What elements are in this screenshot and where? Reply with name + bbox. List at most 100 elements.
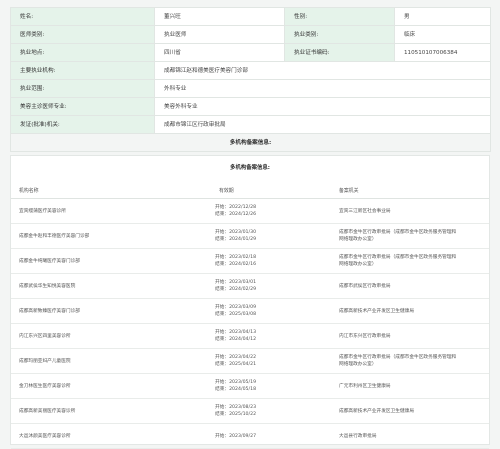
validity-end: 结束：2025/10/22 bbox=[215, 412, 257, 417]
validity-cell: 开始：2023/01/30 结束：2024/01/29 bbox=[211, 223, 331, 249]
table-row: 成都金牛纯曦医疗美容门诊部 开始：2023/02/18 结束：2024/02/16 成… bbox=[11, 248, 489, 274]
institution-name: 大邑沐颜美医疗美容诊所 bbox=[11, 423, 211, 449]
validity-cell: 开始：2023/04/22 结束：2025/04/21 bbox=[211, 348, 331, 374]
card-title: 多机构备案信息: bbox=[230, 165, 270, 171]
institution-name: 成都高新致臻医疗美容门诊部 bbox=[11, 298, 211, 324]
filing-authority: 宜宾三江新区社会事业局 bbox=[331, 198, 489, 224]
location-label: 执业地点: bbox=[10, 43, 155, 62]
info-row: 医师类别: 执业医师 执业类别: 临床 bbox=[10, 25, 491, 44]
institution-name: 成都玛丽亚妇产儿童医院 bbox=[11, 348, 211, 374]
validity-end: 结束：2025/04/21 bbox=[215, 362, 257, 367]
filing-authority: 成都市金牛区行政审批局（成都市金牛区政务服务管理和 网络理政办公室） bbox=[331, 223, 489, 249]
section-title: 多机构备案信息: bbox=[10, 133, 491, 152]
filing-authority-line: 大邑县行政审批局 bbox=[339, 433, 377, 439]
specialty-value: 美容外科专业 bbox=[154, 97, 491, 116]
specialty-label: 美容主诊医师专业: bbox=[10, 97, 155, 116]
table-row: 成都高新美丽医疗美容诊所 开始：2023/08/23 结束：2025/10/22 成都… bbox=[11, 398, 489, 424]
table-row: 金刀林医生医疗美容诊所 开始：2023/05/19 结束：2024/05/18 广元市… bbox=[11, 373, 489, 399]
gender-label: 性别: bbox=[284, 7, 395, 26]
validity-start: 开始：2023/04/22 bbox=[215, 355, 257, 360]
table-row: 成都玛丽亚妇产儿童医院 开始：2023/04/22 结束：2025/04/21 成都市… bbox=[11, 348, 489, 374]
validity-end: 结束：2024/02/16 bbox=[215, 262, 257, 267]
authority-value: 成都市锦江区行政审批局 bbox=[154, 115, 491, 134]
main-institution-value: 成都锦江赵和德美医疗美容门诊部 bbox=[154, 61, 491, 80]
institution-name: 成都武侯华生知悦美容医院 bbox=[11, 273, 211, 299]
validity-start: 开始：2023/02/18 bbox=[215, 255, 257, 260]
validity-cell: 开始：2023/09/27 bbox=[211, 423, 331, 449]
filing-authority-line: 成都市武侯区行政审批局 bbox=[339, 283, 391, 289]
name-value: 董兴旺 bbox=[154, 7, 285, 26]
validity-start: 开始：2023/05/19 bbox=[215, 380, 257, 385]
filing-authority-line: 网络理政办公室） bbox=[339, 362, 377, 367]
institution-name: 内江东兴区四里美容诊所 bbox=[11, 323, 211, 349]
gender-value: 男 bbox=[394, 7, 491, 26]
institution-name: 成都金牛赵和丰德医疗美容门诊部 bbox=[11, 223, 211, 249]
validity-cell: 开始：2023/03/09 结束：2025/03/08 bbox=[211, 298, 331, 324]
validity-cell: 开始：2023/03/01 结束：2024/02/29 bbox=[211, 273, 331, 299]
validity-start: 开始：2023/03/09 bbox=[215, 305, 257, 310]
filing-authority-line: 成都市金牛区行政审批局（成都市金牛区政务服务管理和 bbox=[339, 255, 457, 260]
cert-value: 110510107006384 bbox=[394, 43, 491, 62]
name-label: 姓名: bbox=[10, 7, 155, 26]
table-row: 成都高新致臻医疗美容门诊部 开始：2023/03/09 结束：2025/03/08 成… bbox=[11, 298, 489, 324]
section-title-row: 多机构备案信息: bbox=[10, 133, 491, 152]
filing-authority: 成都市金牛区行政审批局（成都市金牛区政务服务管理和 网络理政办公室） bbox=[331, 348, 489, 374]
validity-end: 结束：2025/03/08 bbox=[215, 312, 257, 317]
multi-institution-card: 多机构备案信息: 机构名称 有效期 备案机关 宜宾缦蒲医疗美容诊所 开始：2022… bbox=[10, 155, 490, 449]
filing-authority-line: 内江市东兴区行政审批局 bbox=[339, 333, 391, 339]
info-row: 姓名: 董兴旺 性别: 男 bbox=[10, 7, 491, 26]
info-row: 执业地点: 四川省 执业证书编码: 110510107006384 bbox=[10, 43, 491, 62]
institution-table-body: 宜宾缦蒲医疗美容诊所 开始：2022/12/28 结束：2024/12/26 宜宾三江… bbox=[11, 198, 489, 449]
scope-label: 执业范围: bbox=[10, 79, 155, 98]
filing-authority-line: 成都市金牛区行政审批局（成都市金牛区政务服务管理和 bbox=[339, 230, 457, 235]
validity-start: 开始：2023/04/13 bbox=[215, 330, 257, 335]
category-value: 执业医师 bbox=[154, 25, 285, 44]
authority-label: 发证(批准)机关: bbox=[10, 115, 155, 134]
validity-start: 开始：2023/08/23 bbox=[215, 405, 257, 410]
info-row: 主要执业机构: 成都锦江赵和德美医疗美容门诊部 bbox=[10, 61, 491, 80]
header-institution-name: 机构名称 bbox=[11, 183, 211, 199]
filing-authority-line: 广元市利州区卫生健康局 bbox=[339, 383, 391, 389]
filing-authority-line: 宜宾三江新区社会事业局 bbox=[339, 208, 391, 214]
level-value: 临床 bbox=[394, 25, 491, 44]
institution-name: 成都金牛纯曦医疗美容门诊部 bbox=[11, 248, 211, 274]
category-label: 医师类别: bbox=[10, 25, 155, 44]
validity-cell: 开始：2022/12/28 结束：2024/12/26 bbox=[211, 198, 331, 224]
validity-start: 开始：2022/12/28 bbox=[215, 205, 257, 210]
validity-cell: 开始：2023/02/18 结束：2024/02/16 bbox=[211, 248, 331, 274]
filing-authority: 成都高新技术产业开发区卫生健康局 bbox=[331, 298, 489, 324]
table-row: 大邑沐颜美医疗美容诊所 开始：2023/09/27 大邑县行政审批局 bbox=[11, 423, 489, 449]
institution-name: 宜宾缦蒲医疗美容诊所 bbox=[11, 198, 211, 224]
filing-authority-line: 成都高新技术产业开发区卫生健康局 bbox=[339, 408, 415, 414]
header-filing-authority: 备案机关 bbox=[331, 183, 489, 199]
validity-start: 开始：2023/03/01 bbox=[215, 280, 257, 285]
cert-label: 执业证书编码: bbox=[284, 43, 395, 62]
filing-authority: 大邑县行政审批局 bbox=[331, 423, 489, 449]
doctor-info-table: 姓名: 董兴旺 性别: 男 医师类别: 执业医师 执业类别: 临床 执业地点: … bbox=[10, 7, 491, 152]
filing-authority: 内江市东兴区行政审批局 bbox=[331, 323, 489, 349]
institution-name: 成都高新美丽医疗美容诊所 bbox=[11, 398, 211, 424]
scope-value: 外科专业 bbox=[154, 79, 491, 98]
validity-cell: 开始：2023/05/19 结束：2024/05/18 bbox=[211, 373, 331, 399]
filing-authority: 广元市利州区卫生健康局 bbox=[331, 373, 489, 399]
table-row: 成都金牛赵和丰德医疗美容门诊部 开始：2023/01/30 结束：2024/01/2… bbox=[11, 223, 489, 249]
filing-authority-line: 成都高新技术产业开发区卫生健康局 bbox=[339, 308, 415, 314]
validity-end: 结束：2024/12/26 bbox=[215, 212, 257, 217]
table-row: 成都武侯华生知悦美容医院 开始：2023/03/01 结束：2024/02/29 成都… bbox=[11, 273, 489, 299]
validity-end: 结束：2024/02/29 bbox=[215, 287, 257, 292]
validity-start: 开始：2023/01/30 bbox=[215, 230, 257, 235]
location-value: 四川省 bbox=[154, 43, 285, 62]
info-row: 发证(批准)机关: 成都市锦江区行政审批局 bbox=[10, 115, 491, 134]
validity-cell: 开始：2023/08/23 结束：2025/10/22 bbox=[211, 398, 331, 424]
validity-cell: 开始：2023/04/13 结束：2024/04/12 bbox=[211, 323, 331, 349]
filing-authority: 成都市武侯区行政审批局 bbox=[331, 273, 489, 299]
table-row: 内江东兴区四里美容诊所 开始：2023/04/13 结束：2024/04/12 内江市… bbox=[11, 323, 489, 349]
filing-authority-line: 成都市金牛区行政审批局（成都市金牛区政务服务管理和 bbox=[339, 355, 457, 360]
validity-end: 结束：2024/04/12 bbox=[215, 337, 257, 342]
info-row: 美容主诊医师专业: 美容外科专业 bbox=[10, 97, 491, 116]
filing-authority: 成都高新技术产业开发区卫生健康局 bbox=[331, 398, 489, 424]
institution-table: 机构名称 有效期 备案机关 宜宾缦蒲医疗美容诊所 开始：2022/12/28 结束：… bbox=[11, 183, 489, 449]
validity-end: 结束：2024/05/18 bbox=[215, 387, 257, 392]
table-row: 宜宾缦蒲医疗美容诊所 开始：2022/12/28 结束：2024/12/26 宜宾三江… bbox=[11, 198, 489, 224]
header-validity: 有效期 bbox=[211, 183, 331, 199]
